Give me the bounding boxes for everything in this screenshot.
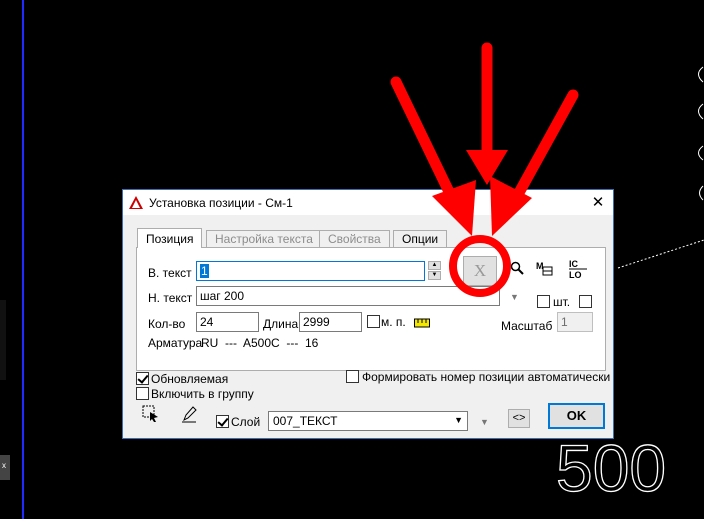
length-input[interactable]: 2999	[299, 312, 362, 332]
dashed-leader	[617, 239, 704, 269]
count-label: Кол-во	[148, 317, 186, 331]
pcs-checkbox[interactable]	[537, 295, 550, 308]
layer-select[interactable]: 007_ТЕКСТ ▼	[268, 411, 468, 431]
left-strip	[0, 300, 6, 380]
layer-checkbox[interactable]	[216, 415, 229, 428]
spin-up-button[interactable]: ▲	[428, 261, 441, 270]
scale-label: Масштаб	[501, 319, 553, 333]
layer-label: Слой	[231, 415, 261, 429]
tab-text-settings[interactable]: Настройка текста	[206, 230, 322, 247]
marker-button[interactable]: M	[534, 259, 556, 281]
svg-text:IC: IC	[569, 259, 579, 269]
auto-number-checkbox[interactable]	[346, 370, 359, 383]
auto-number-label: Формировать номер позиции автоматически	[362, 370, 611, 384]
format-text-icon: ICLO	[569, 259, 587, 280]
rebar-label: Арматура	[148, 336, 203, 350]
window-title: Установка позиции - См-1	[149, 196, 293, 210]
ruler-button[interactable]	[413, 312, 431, 330]
group-label: Включить в группу	[151, 387, 254, 401]
updatable-label: Обновляемая	[151, 372, 229, 386]
scale-input[interactable]: 1	[557, 312, 593, 332]
chevron-down-icon[interactable]: ▼	[510, 292, 519, 302]
spin-down-button[interactable]: ▼	[428, 271, 441, 280]
title-bar: Установка позиции - См-1 ✕	[123, 190, 613, 215]
format-button[interactable]: IC LO	[567, 258, 589, 280]
mp-checkbox[interactable]	[367, 315, 380, 328]
ruler-icon	[414, 318, 430, 328]
tab-options[interactable]: Опции	[393, 230, 448, 247]
pen-icon	[182, 406, 197, 423]
magnifier-icon	[510, 261, 524, 275]
layer-arrow-icon[interactable]: ▼	[480, 417, 489, 427]
position-dialog: Установка позиции - См-1 ✕ Позиция Настр…	[122, 189, 614, 439]
tab-properties[interactable]: Свойства	[319, 230, 390, 247]
updatable-checkbox[interactable]	[136, 372, 149, 385]
arc-marks	[698, 66, 704, 201]
select-object-button[interactable]	[140, 405, 162, 427]
pcs-label: шт.	[553, 295, 571, 309]
zoom-button[interactable]	[506, 259, 528, 281]
app-logo-icon	[129, 196, 143, 209]
clear-x-icon: X	[473, 261, 487, 280]
bottom-text-input[interactable]: шаг 200	[196, 286, 500, 306]
close-button[interactable]: ✕	[583, 190, 613, 215]
code-button[interactable]: <>	[508, 409, 530, 428]
svg-text:M: M	[536, 261, 544, 271]
ok-button[interactable]: OK	[548, 403, 605, 429]
edit-button[interactable]	[178, 405, 200, 427]
group-checkbox[interactable]	[136, 387, 149, 400]
length-label: Длина	[263, 317, 299, 331]
svg-text:LO: LO	[569, 270, 582, 280]
extra-checkbox[interactable]	[579, 295, 592, 308]
top-text-label: В. текст	[148, 266, 192, 280]
tab-position[interactable]: Позиция	[137, 228, 203, 248]
count-input[interactable]: 24	[196, 312, 259, 332]
mp-label: м. п.	[381, 315, 406, 329]
chevron-down-icon: ▼	[454, 415, 463, 425]
marker-table-icon: M	[536, 261, 553, 276]
cad-text-500: 500	[556, 431, 666, 505]
bottom-text-label: Н. текст	[148, 291, 193, 305]
clear-button[interactable]: X	[463, 256, 497, 286]
top-text-input[interactable]: 1	[196, 261, 425, 281]
select-cursor-icon	[142, 405, 158, 422]
rebar-value: RU --- A500C --- 16	[201, 336, 319, 350]
svg-text:x: x	[2, 461, 6, 470]
